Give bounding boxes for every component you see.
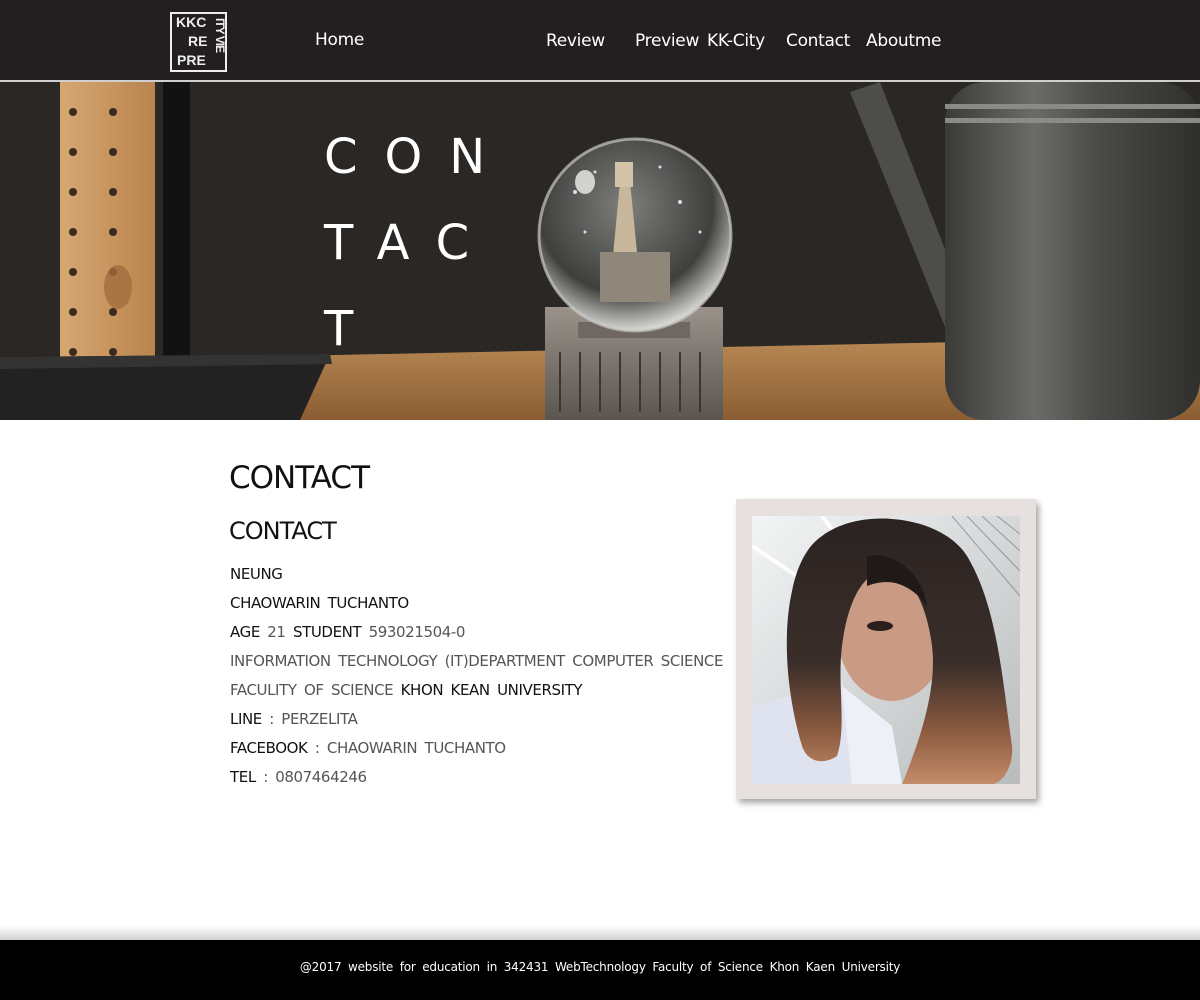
tel-label: TEL — [230, 768, 256, 786]
hero-background-image — [0, 82, 1200, 420]
logo-line-1: KKC — [176, 14, 207, 30]
student-id-value: 593021504-0 — [368, 623, 466, 641]
profile-photo — [752, 516, 1020, 784]
page-title: CONTACT — [229, 460, 370, 496]
section-subtitle: CONTACT — [229, 517, 337, 545]
university-text: KHON KEAN UNIVERSITY — [400, 681, 583, 699]
line-id-value: PERZELITA — [281, 710, 358, 728]
department-text: INFORMATION TECHNOLOGY (IT)DEPARTMENT CO… — [230, 652, 724, 670]
tel-contact-row: TEL : 0807464246 — [230, 767, 367, 787]
nav-kkcity-link[interactable]: KK-City — [707, 28, 765, 54]
hero-title: CONTACT — [324, 129, 513, 357]
footer-shadow — [0, 926, 1200, 940]
nav-contact-link[interactable]: Contact — [786, 28, 850, 54]
age-student-row: AGE 21 STUDENT 593021504-0 — [230, 622, 465, 642]
line-contact-row: LINE : PERZELITA — [230, 709, 358, 729]
footer-copyright-text: @2017 website for education in 342431 We… — [299, 960, 901, 974]
full-name-text: CHAOWARIN TUCHANTO — [230, 594, 409, 612]
nav-review-link[interactable]: Review — [546, 28, 605, 54]
facebook-separator: : — [314, 739, 320, 757]
age-label: AGE — [230, 623, 260, 641]
tel-separator: : — [263, 768, 268, 786]
facebook-contact-row: FACEBOOK : CHAOWARIN TUCHANTO — [230, 738, 506, 758]
profile-photo-image — [752, 516, 1020, 784]
tel-number-value: 0807464246 — [275, 768, 367, 786]
logo-line-2: RE — [188, 33, 208, 49]
nav-preview-link[interactable]: Preview — [635, 28, 699, 54]
hero-banner: CONTACT — [0, 82, 1200, 420]
line-label: LINE — [230, 710, 262, 728]
faculty-text: FACULITY OF SCIENCE — [230, 681, 394, 699]
facebook-label: FACEBOOK — [230, 739, 308, 757]
page-footer: @2017 website for education in 342431 We… — [0, 940, 1200, 1000]
faculty-row: FACULITY OF SCIENCE KHON KEAN UNIVERSITY — [230, 680, 583, 700]
age-value: 21 — [267, 623, 286, 641]
nickname-text: NEUNG — [230, 565, 283, 583]
nav-home-link[interactable]: Home — [315, 27, 364, 53]
student-label: STUDENT — [292, 623, 362, 641]
line-separator: : — [269, 710, 274, 728]
site-logo[interactable]: KKC RE PRE ITY VIE — [170, 12, 227, 72]
nav-aboutme-link[interactable]: Aboutme — [866, 28, 941, 54]
logo-vertical-text: ITY VIE — [213, 18, 227, 53]
profile-photo-frame — [736, 499, 1036, 799]
top-navbar: KKC RE PRE ITY VIE Home Review Preview K… — [0, 0, 1200, 80]
facebook-name-value: CHAOWARIN TUCHANTO — [326, 739, 506, 757]
logo-line-3: PRE — [177, 52, 206, 68]
